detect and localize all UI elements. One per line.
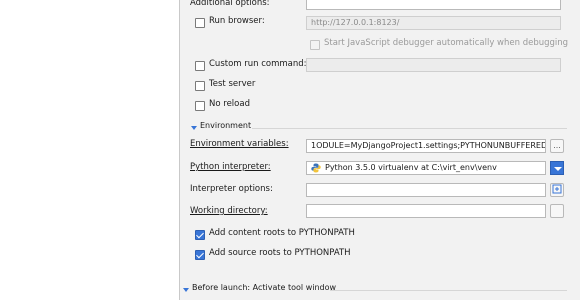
no-reload-checkbox[interactable] bbox=[195, 101, 205, 111]
js-debugger-checkbox[interactable] bbox=[310, 40, 320, 50]
no-reload-label: No reload bbox=[209, 99, 250, 109]
before-launch-separator bbox=[330, 290, 567, 291]
run-browser-label: Run browser: bbox=[209, 16, 265, 26]
interpreter-options-expand-button[interactable] bbox=[550, 183, 564, 197]
expand-field-icon bbox=[552, 184, 562, 194]
add-source-roots-label: Add source roots to PYTHONPATH bbox=[209, 248, 351, 258]
interpreter-options-label: Interpreter options: bbox=[190, 184, 273, 194]
before-launch-label[interactable]: Before launch: Activate tool window bbox=[192, 283, 336, 292]
working-directory-label: Working directory: bbox=[190, 206, 268, 216]
configuration-tree-panel[interactable] bbox=[0, 0, 180, 300]
additional-options-label: Additional options: bbox=[190, 0, 270, 8]
additional-options-input[interactable] bbox=[306, 0, 561, 10]
test-server-label: Test server bbox=[209, 79, 256, 89]
before-launch-collapse-icon[interactable] bbox=[183, 288, 189, 292]
test-server-checkbox[interactable] bbox=[195, 81, 205, 91]
run-browser-checkbox[interactable] bbox=[195, 18, 205, 28]
environment-section-title: Environment bbox=[200, 121, 252, 130]
env-vars-browse-button[interactable]: ... bbox=[550, 139, 564, 153]
working-directory-input[interactable] bbox=[306, 204, 546, 218]
python-interpreter-value: Python 3.5.0 virtualenv at C:\virt_env\v… bbox=[325, 163, 497, 172]
custom-run-command-label: Custom run command: bbox=[209, 59, 307, 69]
env-vars-label: Environment variables: bbox=[190, 139, 289, 149]
js-debugger-label: Start JavaScript debugger automatically … bbox=[324, 38, 569, 48]
env-vars-input[interactable]: 1ODULE=MyDjangoProject1.settings;PYTHONU… bbox=[306, 139, 546, 153]
custom-run-command-input[interactable] bbox=[306, 58, 561, 72]
add-content-roots-label: Add content roots to PYTHONPATH bbox=[209, 228, 355, 238]
run-browser-url-input[interactable]: http://127.0.0.1:8123/ bbox=[306, 16, 561, 30]
python-interpreter-label: Python interpreter: bbox=[190, 162, 271, 172]
environment-separator bbox=[252, 128, 567, 129]
environment-collapse-icon[interactable] bbox=[191, 126, 197, 130]
python-interpreter-combo[interactable]: Python 3.5.0 virtualenv at C:\virt_env\v… bbox=[306, 161, 546, 175]
working-directory-browse-button[interactable] bbox=[550, 204, 564, 218]
add-source-roots-checkbox[interactable] bbox=[195, 250, 205, 260]
add-content-roots-checkbox[interactable] bbox=[195, 230, 205, 240]
python-logo-icon bbox=[311, 163, 321, 173]
interpreter-options-input[interactable] bbox=[306, 183, 546, 197]
custom-run-command-checkbox[interactable] bbox=[195, 61, 205, 71]
python-interpreter-dropdown-arrow[interactable] bbox=[550, 161, 564, 175]
